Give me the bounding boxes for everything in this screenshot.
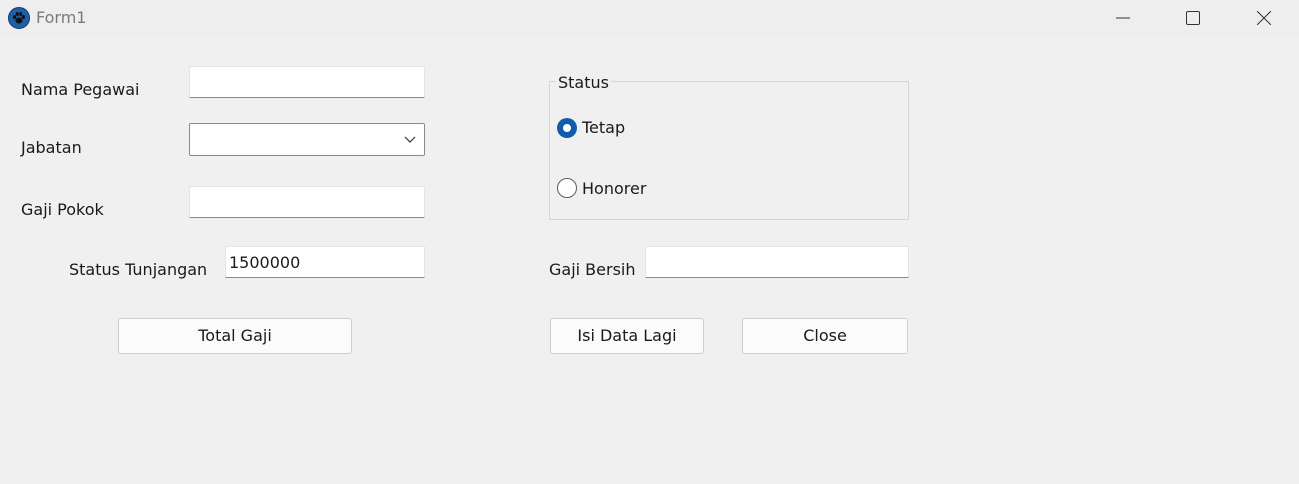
jabatan-combobox[interactable]	[189, 123, 425, 156]
paw-icon	[8, 7, 30, 29]
minimize-button[interactable]	[1100, 0, 1146, 36]
isi-data-lagi-button[interactable]: Isi Data Lagi	[550, 318, 704, 354]
gaji-bersih-input[interactable]	[645, 246, 909, 278]
gaji-pokok-input[interactable]	[189, 186, 425, 218]
tetap-radio-label[interactable]: Tetap	[582, 118, 625, 137]
nama-pegawai-input[interactable]	[189, 66, 425, 98]
chevron-down-icon	[404, 136, 416, 143]
close-button[interactable]: Close	[742, 318, 908, 354]
honorer-radio-label[interactable]: Honorer	[582, 179, 646, 198]
status-groupbox	[549, 81, 909, 220]
window-title: Form1	[36, 8, 87, 27]
jabatan-label: Jabatan	[21, 138, 82, 157]
total-gaji-button[interactable]: Total Gaji	[118, 318, 352, 354]
status-tunjangan-input[interactable]	[225, 246, 425, 278]
honorer-radio[interactable]	[557, 178, 577, 198]
maximize-button[interactable]	[1170, 0, 1216, 36]
form-window: Form1 Nama Pegawai Jabatan Gaji Pokok St…	[0, 0, 1299, 484]
close-icon	[1257, 11, 1271, 25]
maximize-icon	[1186, 11, 1200, 25]
gaji-pokok-label: Gaji Pokok	[21, 200, 104, 219]
tetap-radio[interactable]	[557, 118, 577, 138]
gaji-bersih-label: Gaji Bersih	[549, 260, 636, 279]
status-tunjangan-label: Status Tunjangan	[69, 260, 208, 279]
status-group-title: Status	[556, 73, 611, 92]
close-window-button[interactable]	[1241, 0, 1287, 36]
title-bar[interactable]: Form1	[0, 0, 1299, 38]
nama-pegawai-label: Nama Pegawai	[21, 80, 140, 99]
minimize-icon	[1116, 17, 1130, 19]
